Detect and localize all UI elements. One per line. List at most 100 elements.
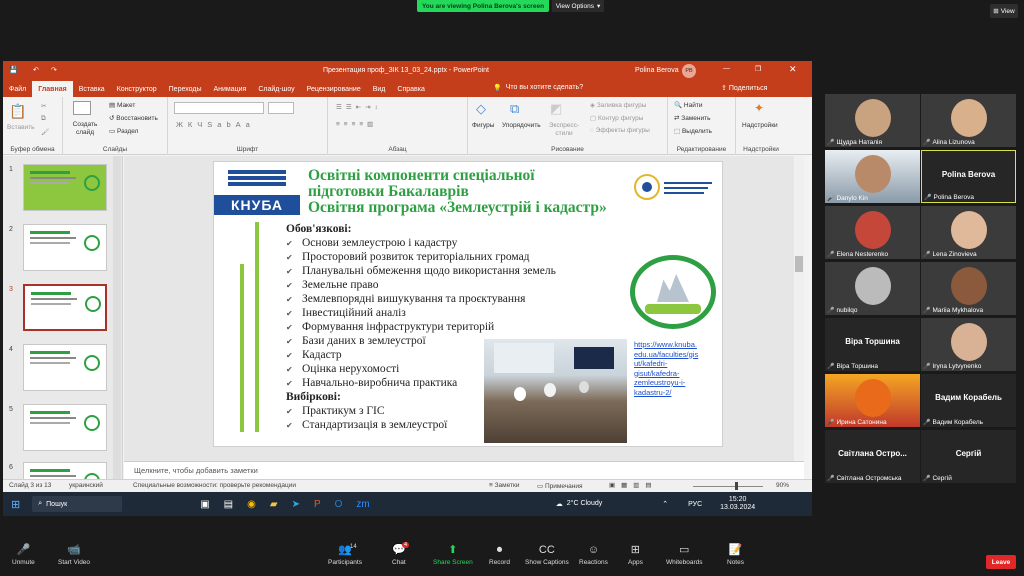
layout-button[interactable]: ▤ Макет	[109, 101, 135, 109]
comments-toggle[interactable]: ▭ Примечания	[537, 482, 582, 490]
explorer-icon[interactable]: ▰	[270, 499, 278, 510]
participant-tile[interactable]: 🎤 Lena Zinovieva	[921, 206, 1016, 259]
redo-icon[interactable]: ↷	[51, 66, 57, 74]
save-icon[interactable]: 💾	[9, 66, 18, 74]
start-video-button[interactable]: 📹 Start Video	[58, 544, 90, 566]
section-button[interactable]: ▭ Раздел	[109, 127, 138, 135]
slide-thumbnail[interactable]	[23, 224, 107, 271]
replace-button[interactable]: ⇄ Заменить	[674, 114, 710, 122]
minimize-icon[interactable]: —	[723, 65, 730, 72]
maximize-icon[interactable]: ❐	[755, 65, 761, 73]
chrome-icon[interactable]: ◉	[247, 499, 256, 510]
font-size-select[interactable]	[268, 102, 294, 114]
font-family-select[interactable]	[174, 102, 264, 114]
link-line[interactable]: edu.ua/faculties/gis	[634, 350, 722, 360]
taskview-icon[interactable]: ▤	[224, 499, 233, 510]
leave-button[interactable]: Leave	[986, 555, 1016, 569]
arrange-button[interactable]: Упорядочить	[502, 122, 541, 129]
department-link[interactable]: https://www.knuba. edu.ua/faculties/gis ut…	[634, 340, 722, 397]
show-captions-button[interactable]: CC Show Captions	[525, 544, 569, 566]
participant-tile[interactable]: Віра Торшина 🎤 Віра Торшина	[825, 318, 920, 371]
tab-4[interactable]: Переходы	[163, 81, 208, 97]
notes-button[interactable]: 📝 Notes	[727, 544, 744, 566]
new-slide-button[interactable]: Создать слайд	[67, 121, 103, 137]
tab-5[interactable]: Анимация	[207, 81, 252, 97]
taskbar-search[interactable]: ⌕ Пошук	[32, 496, 123, 512]
input-language[interactable]: РУС	[688, 501, 702, 508]
record-button[interactable]: ⏺ Record	[489, 544, 510, 566]
view-mode-buttons[interactable]: ▣▦▥▤	[609, 481, 658, 489]
link-line[interactable]: ut/kafedri-	[634, 359, 722, 369]
paste-icon[interactable]: 📋	[9, 103, 26, 120]
link-line[interactable]: kadastru-2/	[634, 388, 722, 398]
participant-tile[interactable]: Вадим Корабель 🎤 Вадим Корабель	[921, 374, 1016, 427]
zoom-taskbar-icon[interactable]: zm	[356, 499, 369, 510]
zoom-slider[interactable]	[693, 486, 763, 487]
slide-thumbnail[interactable]	[23, 344, 107, 391]
chat-button[interactable]: 💬 4 Chat	[392, 542, 410, 566]
outline-button[interactable]: ▢ Контур фигуры	[590, 114, 643, 122]
participant-tile[interactable]: Polina Berova 🎤 Polina Berova	[921, 150, 1016, 203]
tab-8[interactable]: Вид	[367, 81, 392, 97]
list-buttons[interactable]: ☰☰⇤⇥↕	[336, 103, 382, 111]
weather-widget[interactable]: ☁ 2°C Cloudy	[556, 500, 602, 508]
participant-tile[interactable]: 🎤 Iryna Lytvynenko	[921, 318, 1016, 371]
participant-tile[interactable]: 🎤 Alina Lizunova	[921, 94, 1016, 147]
tab-3[interactable]: Конструктор	[111, 81, 163, 97]
tab-7[interactable]: Рецензирование	[301, 81, 367, 97]
effects-button[interactable]: ◌ Эффекты фигуры	[590, 127, 650, 134]
fill-button[interactable]: ◈ Заливка фигуры	[590, 101, 646, 109]
align-buttons[interactable]: ≡≡≡≡▥	[336, 120, 377, 128]
font-format-buttons[interactable]: ЖКЧSabAa	[176, 120, 255, 129]
avatar[interactable]: PB	[682, 64, 696, 78]
slide-thumbnail[interactable]	[23, 404, 107, 451]
notes-toggle[interactable]: ≡ Заметки	[489, 482, 519, 489]
notes-pane[interactable]: Щелкните, чтобы добавить заметки	[124, 461, 804, 479]
slide-thumbnail[interactable]	[23, 164, 107, 211]
undo-icon[interactable]: ↶	[33, 66, 39, 74]
language-indicator[interactable]: украинский	[69, 482, 103, 489]
participant-tile[interactable]: 🎤 Щудра Наталія	[825, 94, 920, 147]
close-icon[interactable]: ✕	[789, 64, 797, 75]
link-line[interactable]: gisut/kafedra-	[634, 369, 722, 379]
reset-button[interactable]: ↺ Восстановить	[109, 114, 158, 122]
tell-me-box[interactable]: 💡 Что вы хотите сделать?	[493, 84, 583, 92]
copy-icon[interactable]: ⧉	[41, 115, 46, 123]
telegram-icon[interactable]: ➤	[292, 499, 300, 510]
participant-tile[interactable]: 🎤 Mariia Mykhalova	[921, 262, 1016, 315]
quick-styles-button[interactable]: Экспресс-стили	[546, 122, 582, 138]
participants-button[interactable]: 👥 14 Participants	[328, 544, 362, 566]
current-slide[interactable]: КНУБА Освітні компоненти спеціальної під…	[213, 161, 723, 447]
share-screen-button[interactable]: ⬆ Share Screen	[433, 544, 473, 566]
canvas-scrollbar[interactable]	[794, 156, 804, 461]
arrange-icon[interactable]: ⧉	[510, 101, 519, 117]
zoom-slider-thumb[interactable]	[735, 482, 738, 490]
participant-tile[interactable]: 🎤 nubilqo	[825, 262, 920, 315]
tab-1[interactable]: Главная	[32, 81, 73, 97]
windows-start-icon[interactable]: ⊞	[11, 498, 20, 511]
addins-button[interactable]: Надстройки	[742, 122, 778, 129]
cut-icon[interactable]: ✂	[41, 102, 46, 110]
paste-button[interactable]: Вставить	[7, 124, 35, 131]
participant-tile[interactable]: 🎤 Elena Nesterenko	[825, 206, 920, 259]
accessibility-status[interactable]: Специальные возможности: проверьте реком…	[133, 482, 296, 489]
link-line[interactable]: zemleustroyu-i-	[634, 378, 722, 388]
thumbnail-scrollbar[interactable]	[113, 156, 121, 480]
apps-button[interactable]: ⊞ Apps	[628, 544, 643, 566]
view-options-button[interactable]: View Options ▾	[552, 0, 604, 12]
unmute-button[interactable]: 🎤 Unmute	[12, 544, 35, 566]
select-button[interactable]: ⬚ Выделить	[674, 127, 712, 135]
find-button[interactable]: 🔍 Найти	[674, 101, 702, 109]
outlook-icon[interactable]: O	[335, 499, 343, 510]
zoom-level[interactable]: 90%	[776, 482, 789, 489]
whiteboards-button[interactable]: ▭ Whiteboards	[666, 544, 703, 566]
format-painter-icon[interactable]: 🖌	[41, 128, 49, 136]
share-button[interactable]: ⇪ Поделиться	[721, 84, 767, 92]
shapes-button[interactable]: Фигуры	[472, 122, 494, 129]
tab-9[interactable]: Справка	[391, 81, 430, 97]
new-slide-icon[interactable]	[73, 101, 91, 115]
view-button[interactable]: ⊞ View	[990, 4, 1018, 18]
quick-styles-icon[interactable]: ◩	[550, 101, 562, 117]
tab-0[interactable]: Файл	[3, 81, 32, 97]
tab-6[interactable]: Слайд-шоу	[252, 81, 300, 97]
